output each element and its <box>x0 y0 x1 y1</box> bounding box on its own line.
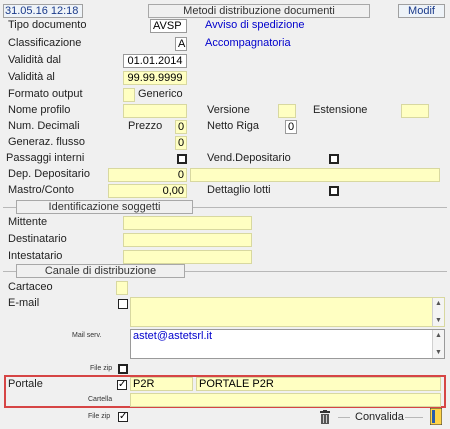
datetime-box: 31.05.16 12:18 <box>3 4 83 18</box>
nome-profilo-field[interactable] <box>123 104 187 118</box>
file-zip2-checkbox[interactable]: ✓ <box>118 412 128 422</box>
formato-output-field[interactable] <box>123 88 135 102</box>
portale-code-field[interactable]: P2R <box>130 377 193 391</box>
soggetti-section-title: Identificazione soggetti <box>16 200 193 214</box>
dep-depositario-code[interactable]: 0 <box>108 168 187 182</box>
mastro-conto-label: Mastro/Conto <box>8 184 75 196</box>
intestatario-label: Intestatario <box>8 250 63 262</box>
intestatario-field[interactable] <box>123 250 252 264</box>
estensione-field[interactable] <box>401 104 429 118</box>
passaggi-interni-checkbox[interactable] <box>177 154 187 164</box>
validita-al-label: Validità al <box>8 71 55 83</box>
tipo-documento-field[interactable]: AVSP <box>150 19 187 33</box>
validita-dal-label: Validità dal <box>8 54 61 66</box>
bookmark-icon[interactable] <box>429 407 443 426</box>
mail-serv-field[interactable]: astet@astetsrl.it <box>130 329 445 359</box>
trash-icon[interactable] <box>319 410 331 424</box>
file-zip-label: File zip <box>90 365 113 372</box>
netto-riga-label: Netto Riga <box>207 120 259 132</box>
dettaglio-lotti-label: Dettaglio lotti <box>207 184 271 196</box>
scroll-up-icon[interactable]: ▲ <box>435 300 442 307</box>
prezzo-field[interactable]: 0 <box>175 120 187 134</box>
num-decimali-label: Num. Decimali <box>8 120 80 132</box>
formato-output-label: Formato output <box>8 88 83 100</box>
datetime: 31.05.16 12:18 <box>5 5 79 17</box>
mail-serv-value: astet@astetsrl.it <box>133 330 213 342</box>
file-zip-checkbox[interactable] <box>118 364 128 374</box>
classificazione-field[interactable]: A <box>175 37 187 51</box>
cartella-label: Cartella <box>88 396 113 403</box>
destinatario-label: Destinatario <box>8 233 67 245</box>
cartella-field[interactable] <box>130 393 441 407</box>
canale-section-title: Canale di distribuzione <box>16 264 185 278</box>
convalida-divider-right <box>405 417 423 418</box>
destinatario-field[interactable] <box>123 233 252 247</box>
mode-badge: Modif <box>398 4 445 18</box>
classificazione-desc: Accompagnatoria <box>205 37 291 49</box>
netto-riga-field[interactable]: 0 <box>285 120 297 134</box>
portale-label: Portale <box>8 378 43 390</box>
versione-label: Versione <box>207 104 250 116</box>
scroll-up-icon[interactable]: ▲ <box>435 332 442 339</box>
validita-al-field[interactable]: 99.99.9999 <box>123 71 187 85</box>
portale-checkbox[interactable]: ✓ <box>117 380 127 390</box>
email-textarea[interactable] <box>130 297 445 327</box>
classificazione-label: Classificazione <box>8 37 82 49</box>
mastro-conto-field[interactable]: 0,00 <box>108 184 187 198</box>
vend-depositario-label: Vend.Depositario <box>207 152 291 164</box>
tipo-documento-desc: Avviso di spedizione <box>205 19 305 31</box>
mittente-field[interactable] <box>123 216 252 230</box>
convalida-divider-left <box>338 417 350 418</box>
window-title: Metodi distribuzione documenti <box>148 4 370 18</box>
tipo-documento-label: Tipo documento <box>8 19 87 31</box>
vend-depositario-checkbox[interactable] <box>329 154 339 164</box>
dep-depositario-label: Dep. Depositario <box>8 168 90 180</box>
email-checkbox[interactable] <box>118 299 128 309</box>
scroll-down-icon[interactable]: ▼ <box>435 349 442 356</box>
scroll-down-icon[interactable]: ▼ <box>435 317 442 324</box>
generaz-flusso-label: Generaz. flusso <box>8 136 86 148</box>
dep-depositario-desc[interactable] <box>190 168 440 182</box>
email-label: E-mail <box>8 297 40 309</box>
versione-field[interactable] <box>278 104 296 118</box>
mode-label: Modif <box>408 5 435 17</box>
generaz-flusso-field[interactable]: 0 <box>175 136 187 150</box>
validita-dal-field[interactable]: 01.01.2014 <box>123 54 187 68</box>
cartaceo-label: Cartaceo <box>8 281 53 293</box>
mail-serv-scrollbar[interactable]: ▲ ▼ <box>432 330 444 358</box>
prezzo-label: Prezzo <box>128 120 163 132</box>
convalida-label[interactable]: Convalida <box>355 411 404 424</box>
file-zip2-label: File zip <box>88 413 111 420</box>
formato-output-value: Generico <box>138 88 183 100</box>
estensione-label: Estensione <box>313 104 368 116</box>
nome-profilo-label: Nome profilo <box>8 104 71 116</box>
email-scrollbar[interactable]: ▲ ▼ <box>432 298 444 326</box>
portale-desc-field[interactable]: PORTALE P2R <box>196 377 441 391</box>
dettaglio-lotti-checkbox[interactable] <box>329 186 339 196</box>
cartaceo-field[interactable] <box>116 281 128 295</box>
passaggi-interni-label: Passaggi interni <box>6 152 85 164</box>
mittente-label: Mittente <box>8 216 48 228</box>
mail-serv-label: Mail serv. <box>72 332 102 339</box>
